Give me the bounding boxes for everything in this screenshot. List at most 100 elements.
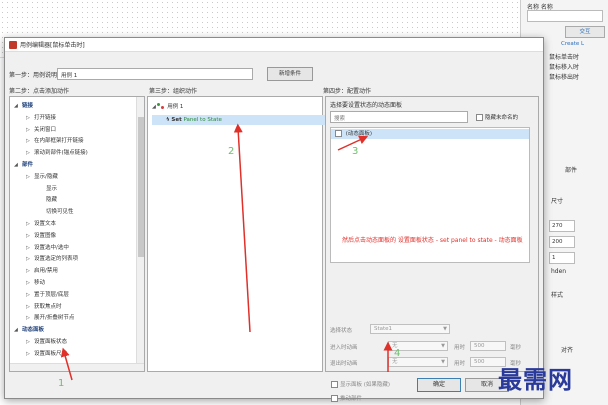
- tree-scrollbar[interactable]: [136, 97, 144, 371]
- width-field[interactable]: 270: [549, 220, 575, 232]
- collapse-arrow-icon: ▷: [26, 280, 30, 286]
- enter-anim-label: 进入时动画: [330, 345, 358, 351]
- widget-name-input[interactable]: [527, 10, 603, 22]
- watermark-logo: 最需网: [498, 365, 573, 394]
- event-item[interactable]: 鼠标移出时: [549, 72, 579, 81]
- organize-actions-panel[interactable]: ◢ 用例 1 ϟ Set Panel to State: [147, 96, 332, 372]
- tree-item[interactable]: 显示: [10, 184, 57, 194]
- tree-item[interactable]: ▷ 移动: [10, 278, 45, 288]
- case-node[interactable]: ◢ 用例 1: [152, 102, 183, 110]
- collapse-arrow-icon: ▷: [26, 232, 30, 239]
- checkbox-icon[interactable]: [335, 130, 342, 137]
- side-label: 部件: [565, 167, 578, 174]
- tree-item-label: 设置面板状态: [34, 339, 68, 345]
- tree-item[interactable]: ▷ 设置选定的列表项: [10, 254, 78, 264]
- tree-group[interactable]: ◢ 链接: [10, 101, 33, 111]
- tree-item-label: 置于顶层/底层: [34, 291, 69, 298]
- tree-item[interactable]: ▷ 展开/折叠树节点: [10, 313, 74, 323]
- tree-item-label: 设置文本: [34, 221, 57, 227]
- opacity-field[interactable]: 1: [549, 252, 575, 264]
- tree-item[interactable]: ▷ 设置面板尺寸: [10, 349, 67, 359]
- show-panel-checkbox[interactable]: 显示面板 (如果隐藏): [331, 380, 390, 388]
- collapse-arrow-icon: ▷: [26, 268, 30, 275]
- red-annotation: 然后点击动态面板的 设置面板状态 - set panel to state - …: [342, 237, 523, 244]
- tree-item-label: 动态面板: [22, 327, 45, 334]
- step4-title: 第四步：配置动作: [323, 88, 372, 95]
- side-label: 对齐: [561, 347, 574, 354]
- tree-item[interactable]: ▷ 置于顶层/底层: [10, 290, 69, 300]
- configure-action-panel: 选择要设置状态的动态面板 搜索 隐藏未命名的 (动态面板) 然后点击动态面板的 …: [325, 96, 539, 372]
- collapse-arrow-icon: ▷: [26, 150, 30, 157]
- checkbox-icon: [331, 381, 338, 388]
- actions-tree[interactable]: ▷ 设置面板尺寸 ▷ 设置面板状态 ◢ 动态面板 ▷ 展开/折叠树节点 ▷ 获取焦点时 ▷ 置于顶层/…: [9, 96, 145, 372]
- ms-label: 毫秒: [510, 345, 522, 351]
- tree-item[interactable]: ▷ 设置面板状态: [10, 337, 67, 347]
- enter-duration-input[interactable]: 500: [470, 341, 506, 351]
- interactions-tab[interactable]: 交互: [565, 26, 605, 38]
- expand-arrow-icon: ◢: [14, 327, 18, 334]
- step-marker: 3: [352, 146, 359, 157]
- tree-item-label: 设置选中/选中: [34, 244, 69, 251]
- tree-item-label: 关闭窗口: [34, 126, 57, 133]
- tree-item-label: 设置选定的列表项: [34, 256, 79, 263]
- tree-item[interactable]: ▷ 设置图像: [10, 231, 56, 241]
- collapse-arrow-icon: ▷: [26, 126, 30, 133]
- tree-item[interactable]: ▷ 设置选中/选中: [10, 243, 69, 253]
- event-item[interactable]: 鼠标单击时: [549, 52, 579, 61]
- chevron-down-icon: ▼: [441, 359, 445, 365]
- exit-anim-label: 退出时动画: [330, 361, 358, 367]
- tree-item-label: 在内部框架打开链接: [34, 138, 84, 145]
- side-label: 样式: [551, 292, 564, 299]
- tree-hscrollbar[interactable]: [10, 363, 144, 371]
- tree-item[interactable]: 隐藏: [10, 195, 57, 205]
- dialog-titlebar[interactable]: 用例编辑器[鼠标单击时]: [5, 38, 543, 52]
- collapse-arrow-icon: ▷: [26, 339, 30, 345]
- case-editor-dialog: 用例编辑器[鼠标单击时] 第一步：用例说明 用例 1 新增条件 第二步：点击添加…: [4, 37, 544, 402]
- push-widgets-checkbox[interactable]: 推动部件: [331, 394, 362, 402]
- duration-label: 用时: [454, 361, 466, 367]
- tree-item-label: 设置面板尺寸: [34, 350, 68, 357]
- tree-group[interactable]: ◢ 部件: [10, 160, 33, 170]
- checkbox-icon: [476, 114, 483, 121]
- tree-item-label: 隐藏: [46, 197, 58, 204]
- scrollbar-thumb[interactable]: [138, 117, 144, 257]
- event-item[interactable]: 鼠标移入时: [549, 62, 579, 71]
- expand-arrow-icon: ◢: [14, 103, 18, 109]
- tree-item-label: 获取焦点时: [34, 303, 62, 310]
- expand-arrow-icon: ◢: [14, 162, 18, 168]
- collapse-arrow-icon: ▷: [26, 303, 30, 310]
- action-verb: Set: [171, 117, 182, 123]
- height-field[interactable]: 200: [549, 236, 575, 248]
- create-link[interactable]: Create L: [561, 41, 584, 47]
- tree-item[interactable]: ▷ 启用/禁用: [10, 266, 58, 276]
- tree-item-label: 打开链接: [34, 114, 57, 121]
- tree-item[interactable]: ▷ 关闭窗口: [10, 125, 56, 135]
- ok-button[interactable]: 确定: [417, 378, 461, 392]
- tree-item[interactable]: 切换可见性: [10, 207, 74, 217]
- hide-unnamed-checkbox[interactable]: 隐藏未命名的: [476, 113, 518, 121]
- action-set-panel-state[interactable]: ϟ Set Panel to State: [152, 115, 332, 125]
- state-select[interactable]: State1 ▼: [370, 324, 450, 334]
- tree-item-label: 展开/折叠树节点: [34, 315, 75, 322]
- tree-group[interactable]: ◢ 动态面板: [10, 325, 44, 335]
- chevron-down-icon: ▼: [443, 326, 447, 332]
- tree-item[interactable]: ▷ 显示/隐藏: [10, 172, 58, 182]
- tree-item[interactable]: ▷ 设置文本: [10, 219, 56, 229]
- app-icon: [9, 40, 17, 49]
- tree-item-label: 设置图像: [34, 232, 57, 239]
- step-marker: 4: [394, 348, 401, 359]
- tree-item[interactable]: ▷ 获取焦点时: [10, 302, 62, 312]
- tree-item[interactable]: ▷ 滚动到部件(锚点链接): [10, 148, 88, 158]
- tree-item-label: 移动: [34, 280, 46, 286]
- collapse-arrow-icon: ▷: [26, 114, 30, 121]
- tree-item-label: 显示: [46, 185, 58, 192]
- dynamic-panel-item[interactable]: (动态面板): [331, 129, 529, 139]
- case-name-input[interactable]: 用例 1: [57, 68, 253, 80]
- step3-title: 第三步：组织动作: [149, 88, 198, 95]
- tree-item[interactable]: ▷ 打开链接: [10, 113, 56, 123]
- tree-item[interactable]: ▷ 在内部框架打开链接: [10, 136, 84, 146]
- search-input[interactable]: 搜索: [330, 111, 468, 123]
- step-marker: 2: [228, 146, 235, 157]
- checkbox-icon: [331, 395, 338, 402]
- new-condition-button[interactable]: 新增条件: [267, 67, 313, 81]
